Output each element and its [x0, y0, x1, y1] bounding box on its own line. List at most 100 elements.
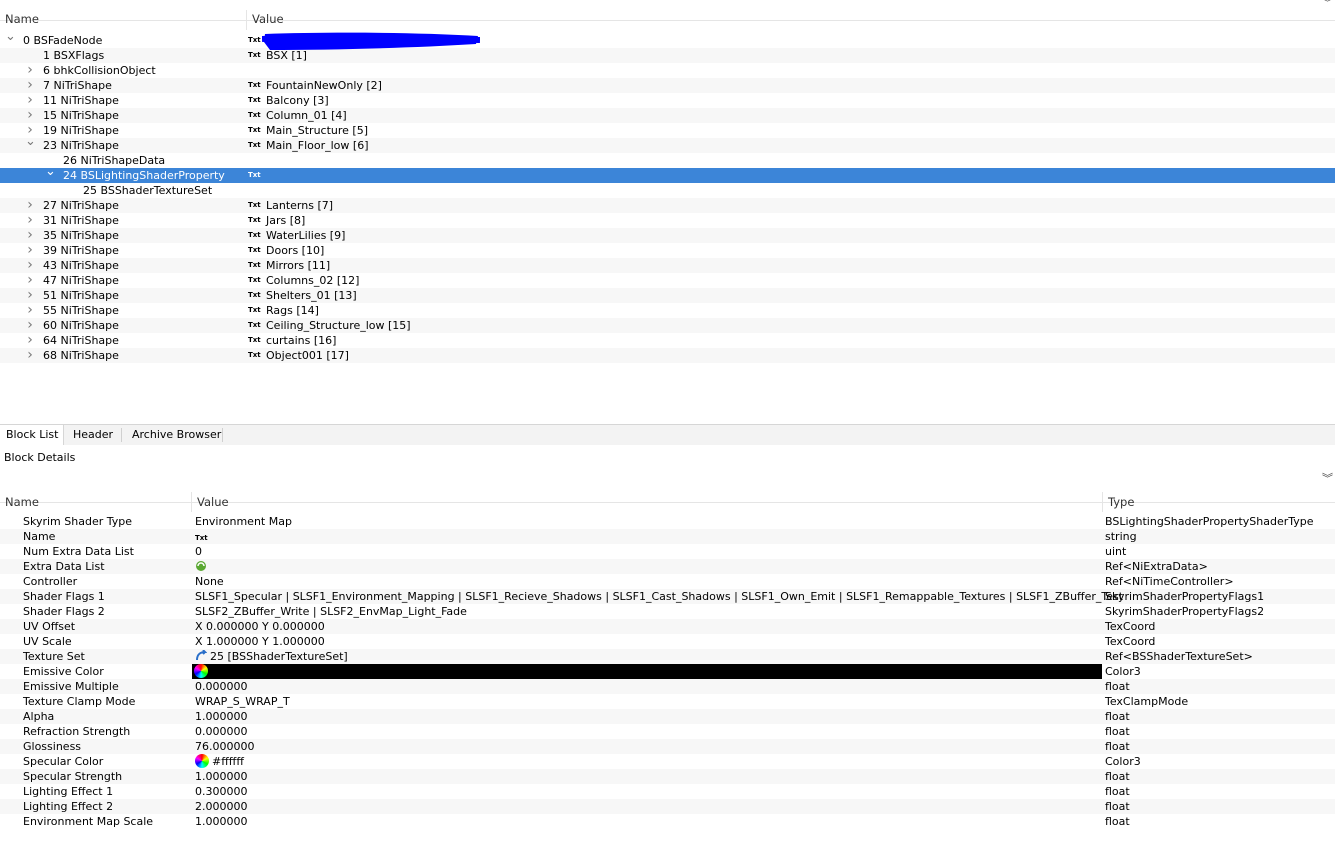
- tree-header-name[interactable]: Name: [5, 12, 39, 26]
- chevron-right-icon[interactable]: ›: [25, 348, 35, 363]
- color-wheel-icon[interactable]: [195, 754, 209, 768]
- double-chevron-down-icon[interactable]: ︾: [1322, 473, 1333, 484]
- chevron-right-icon[interactable]: ›: [25, 78, 35, 93]
- details-row-value[interactable]: 76.000000: [195, 739, 255, 754]
- details-row[interactable]: Texture Clamp Mode WRAP_S_WRAP_T TexClampM…: [0, 694, 1335, 709]
- tree-row[interactable]: › 68 NiTriShape Txt Object001 [17]: [0, 348, 1335, 363]
- chevron-right-icon[interactable]: ›: [25, 108, 35, 123]
- details-row-value[interactable]: 2.000000: [195, 799, 248, 814]
- chevron-right-icon[interactable]: ›: [25, 318, 35, 333]
- details-row[interactable]: UV Scale X 1.000000 Y 1.000000 TexCoord: [0, 634, 1335, 649]
- tree-row[interactable]: 25 BSShaderTextureSet: [0, 183, 1335, 198]
- tree-row[interactable]: › 64 NiTriShape Txt curtains [16]: [0, 333, 1335, 348]
- details-row[interactable]: Lighting Effect 1 0.300000 float: [0, 784, 1335, 799]
- tree-row[interactable]: › 35 NiTriShape Txt WaterLilies [9]: [0, 228, 1335, 243]
- tree-row[interactable]: › 39 NiTriShape Txt Doors [10]: [0, 243, 1335, 258]
- tree-row[interactable]: › 43 NiTriShape Txt Mirrors [11]: [0, 258, 1335, 273]
- details-row-value[interactable]: [195, 559, 210, 574]
- chevron-right-icon[interactable]: ›: [25, 213, 35, 228]
- details-row-value[interactable]: WRAP_S_WRAP_T: [195, 694, 290, 709]
- chevron-right-icon[interactable]: ›: [25, 333, 35, 348]
- details-row[interactable]: Alpha 1.000000 float: [0, 709, 1335, 724]
- details-row[interactable]: Shader Flags 1 SLSF1_Specular | SLSF1_Env…: [0, 589, 1335, 604]
- tree-row[interactable]: › 60 NiTriShape Txt Ceiling_Structure_low […: [0, 318, 1335, 333]
- details-row[interactable]: Texture Set 25 [BSShaderTextureSet] Ref<BS…: [0, 649, 1335, 664]
- tree-row[interactable]: › 47 NiTriShape Txt Columns_02 [12]: [0, 273, 1335, 288]
- tree-row[interactable]: ⌄ 23 NiTriShape Txt Main_Floor_low [6]: [0, 134, 1335, 153]
- tree-row[interactable]: ⌄ 24 BSLightingShaderProperty Txt: [0, 164, 1335, 183]
- chevron-down-icon[interactable]: ⌄: [25, 134, 36, 149]
- details-row-value[interactable]: 1.000000: [195, 814, 248, 829]
- tree-row[interactable]: › 31 NiTriShape Txt Jars [8]: [0, 213, 1335, 228]
- details-row-value[interactable]: 25 [BSShaderTextureSet]: [195, 649, 348, 664]
- tab-archive-browser[interactable]: Archive Browser: [122, 425, 222, 445]
- details-row[interactable]: Emissive Color Color3: [0, 664, 1335, 679]
- details-row[interactable]: Emissive Multiple 0.000000 float: [0, 679, 1335, 694]
- tree-row[interactable]: › 7 NiTriShape Txt FountainNewOnly [2]: [0, 78, 1335, 93]
- tab-block-list[interactable]: Block List: [0, 425, 64, 445]
- chevron-right-icon[interactable]: ›: [25, 63, 35, 78]
- tree-row[interactable]: › 6 bhkCollisionObject: [0, 63, 1335, 78]
- chevron-right-icon[interactable]: ›: [25, 303, 35, 318]
- details-row-value[interactable]: None: [195, 574, 224, 589]
- details-row-value[interactable]: 0.000000: [195, 724, 248, 739]
- details-row[interactable]: Shader Flags 2 SLSF2_ZBuffer_Write | SLSF…: [0, 604, 1335, 619]
- details-header-value[interactable]: Value: [197, 495, 229, 509]
- recycle-icon[interactable]: [195, 560, 207, 572]
- details-row-value[interactable]: SLSF1_Specular | SLSF1_Environment_Mappi…: [195, 589, 1123, 604]
- details-row-value[interactable]: 1.000000: [195, 769, 248, 784]
- details-row-value-text: Environment Map: [195, 515, 292, 528]
- chevron-right-icon[interactable]: ›: [25, 198, 35, 213]
- tree-row[interactable]: 1 BSXFlags Txt BSX [1]: [0, 48, 1335, 63]
- details-row[interactable]: Extra Data List Ref<NiExtraData>: [0, 559, 1335, 574]
- chevron-right-icon[interactable]: ›: [25, 273, 35, 288]
- chevron-right-icon[interactable]: ›: [25, 258, 35, 273]
- tree-row[interactable]: › 55 NiTriShape Txt Rags [14]: [0, 303, 1335, 318]
- chevron-right-icon[interactable]: ›: [25, 243, 35, 258]
- details-row[interactable]: Specular Color #ffffff Color3: [0, 754, 1335, 769]
- emissive-color-swatch[interactable]: [192, 664, 1102, 679]
- tree-row[interactable]: › 51 NiTriShape Txt Shelters_01 [13]: [0, 288, 1335, 303]
- details-row-value[interactable]: 0: [195, 544, 202, 559]
- tab-header[interactable]: Header: [64, 425, 120, 445]
- details-row-value[interactable]: 1.000000: [195, 709, 248, 724]
- details-row-value[interactable]: #ffffff: [195, 754, 244, 769]
- details-row-value[interactable]: Environment Map: [195, 514, 292, 529]
- tree-row[interactable]: › 27 NiTriShape Txt Lanterns [7]: [0, 198, 1335, 213]
- column-separator[interactable]: [1102, 492, 1103, 512]
- column-separator[interactable]: [246, 10, 247, 30]
- tree-row-name: 60 NiTriShape: [43, 319, 119, 332]
- details-row[interactable]: Name Txt string: [0, 529, 1335, 544]
- details-row[interactable]: UV Offset X 0.000000 Y 0.000000 TexCoord: [0, 619, 1335, 634]
- details-row-value[interactable]: X 0.000000 Y 0.000000: [195, 619, 325, 634]
- details-row-value[interactable]: 0.000000: [195, 679, 248, 694]
- details-row[interactable]: Specular Strength 1.000000 float: [0, 769, 1335, 784]
- link-arrow-icon[interactable]: [195, 649, 208, 662]
- details-row[interactable]: Refraction Strength 0.000000 float: [0, 724, 1335, 739]
- tree-row[interactable]: › 15 NiTriShape Txt Column_01 [4]: [0, 108, 1335, 123]
- chevron-right-icon[interactable]: ›: [25, 228, 35, 243]
- details-row[interactable]: Glossiness 76.000000 float: [0, 739, 1335, 754]
- chevron-right-icon[interactable]: ›: [25, 288, 35, 303]
- color-wheel-icon[interactable]: [194, 664, 208, 678]
- tree-row[interactable]: ⌄ 0 BSFadeNode Txt: [0, 29, 1335, 48]
- tree-row[interactable]: › 19 NiTriShape Txt Main_Structure [5]: [0, 123, 1335, 138]
- details-header-type[interactable]: Type: [1108, 495, 1134, 509]
- details-row[interactable]: Num Extra Data List 0 uint: [0, 544, 1335, 559]
- tree-row[interactable]: › 11 NiTriShape Txt Balcony [3]: [0, 93, 1335, 108]
- chevron-right-icon[interactable]: ›: [25, 93, 35, 108]
- chevron-down-icon[interactable]: ⌄: [5, 29, 16, 44]
- tree-header-value[interactable]: Value: [252, 12, 284, 26]
- details-row[interactable]: Environment Map Scale 1.000000 float: [0, 814, 1335, 829]
- chevron-down-icon[interactable]: ⌄: [45, 164, 56, 179]
- tree-row[interactable]: 26 NiTriShapeData: [0, 153, 1335, 168]
- details-row[interactable]: Controller None Ref<NiTimeController>: [0, 574, 1335, 589]
- double-chevron-down-icon[interactable]: ︾: [1322, 0, 1333, 8]
- details-header-name[interactable]: Name: [5, 495, 39, 509]
- details-row[interactable]: Skyrim Shader Type Environment Map BSLight…: [0, 514, 1335, 529]
- details-row-value[interactable]: X 1.000000 Y 1.000000: [195, 634, 325, 649]
- details-row[interactable]: Lighting Effect 2 2.000000 float: [0, 799, 1335, 814]
- details-row-value[interactable]: SLSF2_ZBuffer_Write | SLSF2_EnvMap_Light…: [195, 604, 467, 619]
- column-separator[interactable]: [191, 492, 192, 512]
- details-row-value[interactable]: 0.300000: [195, 784, 248, 799]
